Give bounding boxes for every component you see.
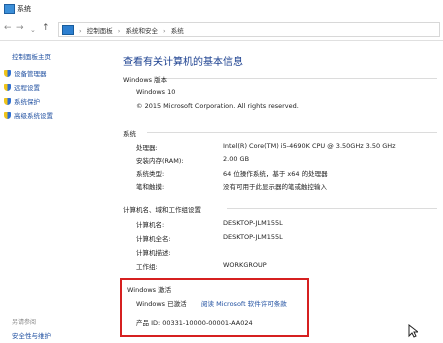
sidebar-item-remote-settings[interactable]: 远程设置 — [4, 82, 40, 92]
shield-icon — [4, 97, 11, 105]
forward-arrow-icon[interactable]: → — [16, 23, 24, 33]
sidebar-item-advanced-settings[interactable]: 高级系统设置 — [4, 110, 53, 120]
page-title: 查看有关计算机的基本信息 — [123, 57, 243, 68]
shield-icon — [4, 69, 11, 77]
address-bar: ← → ⌄ ↑ › 控制面板 › 系统和安全 › 系统 — [0, 18, 443, 41]
system-heading: 系统 — [123, 130, 136, 138]
pen-touch-value: 没有可用于此显示器的笔或触控输入 — [223, 183, 327, 191]
breadcrumb-item-control-panel[interactable]: 控制面板 — [87, 27, 113, 35]
computer-description-label: 计算机描述: — [136, 249, 171, 257]
title-bar: 系统 — [0, 0, 443, 19]
window-title: 系统 — [17, 5, 31, 13]
activation-highlight-box — [120, 278, 309, 337]
breadcrumb-separator-icon: › — [117, 27, 121, 35]
pen-touch-label: 笔和触摸: — [136, 183, 165, 191]
sidebar-item-label: 高级系统设置 — [14, 112, 53, 120]
divider — [167, 78, 437, 79]
system-type-label: 系统类型: — [136, 170, 165, 178]
sidebar-item-label: 远程设置 — [14, 84, 40, 92]
shield-icon — [4, 111, 11, 119]
shield-icon — [4, 83, 11, 91]
back-arrow-icon[interactable]: ← — [4, 23, 12, 33]
workgroup-value: WORKGROUP — [223, 261, 267, 269]
breadcrumb-item-system-security[interactable]: 系统和安全 — [125, 27, 158, 35]
system-type-value: 64 位操作系统，基于 x64 的处理器 — [223, 170, 328, 178]
security-maintenance-link[interactable]: 安全性与维护 — [12, 330, 51, 340]
breadcrumb-item-system[interactable]: 系统 — [171, 27, 184, 35]
sidebar: 控制面板主页 设备管理器 远程设置 系统保护 高级系统设置 另请参阅 安全性与维… — [0, 41, 107, 343]
sidebar-item-label: 设备管理器 — [14, 70, 47, 78]
divider — [147, 132, 437, 133]
computer-name-value: DESKTOP-JLM155L — [223, 219, 283, 227]
breadcrumb: › 控制面板 › 系统和安全 › 系统 — [79, 25, 187, 35]
control-panel-icon — [62, 25, 74, 35]
divider — [227, 208, 437, 209]
breadcrumb-separator-icon: › — [163, 27, 166, 35]
computer-name-heading: 计算机名、域和工作组设置 — [123, 206, 201, 214]
breadcrumb-separator-icon: › — [79, 27, 82, 35]
edition-name: Windows 10 — [136, 88, 176, 96]
computer-full-name-value: DESKTOP-JLM155L — [223, 233, 283, 241]
ram-label: 安装内存(RAM): — [136, 157, 184, 165]
computer-full-name-label: 计算机全名: — [136, 235, 171, 243]
processor-value: Intel(R) Core(TM) i5-4690K CPU @ 3.50GHz… — [223, 142, 396, 150]
recent-locations-chevron-icon[interactable]: ⌄ — [30, 25, 36, 35]
sidebar-item-device-manager[interactable]: 设备管理器 — [4, 68, 47, 78]
edition-heading: Windows 版本 — [123, 76, 168, 84]
workgroup-label: 工作组: — [136, 263, 158, 271]
processor-label: 处理器: — [136, 144, 158, 152]
ram-value: 2.00 GB — [223, 155, 250, 163]
sidebar-home-link[interactable]: 控制面板主页 — [12, 51, 51, 61]
up-arrow-icon[interactable]: ↑ — [42, 23, 50, 33]
computer-name-label: 计算机名: — [136, 221, 165, 229]
sidebar-item-system-protection[interactable]: 系统保护 — [4, 96, 40, 106]
sidebar-item-label: 系统保护 — [14, 98, 40, 106]
address-box[interactable]: › 控制面板 › 系统和安全 › 系统 — [58, 22, 440, 37]
system-window-icon — [4, 4, 15, 14]
copyright-text: © 2015 Microsoft Corporation. All rights… — [136, 102, 299, 110]
see-also-heading: 另请参阅 — [12, 319, 37, 326]
mouse-pointer-icon — [408, 324, 418, 338]
